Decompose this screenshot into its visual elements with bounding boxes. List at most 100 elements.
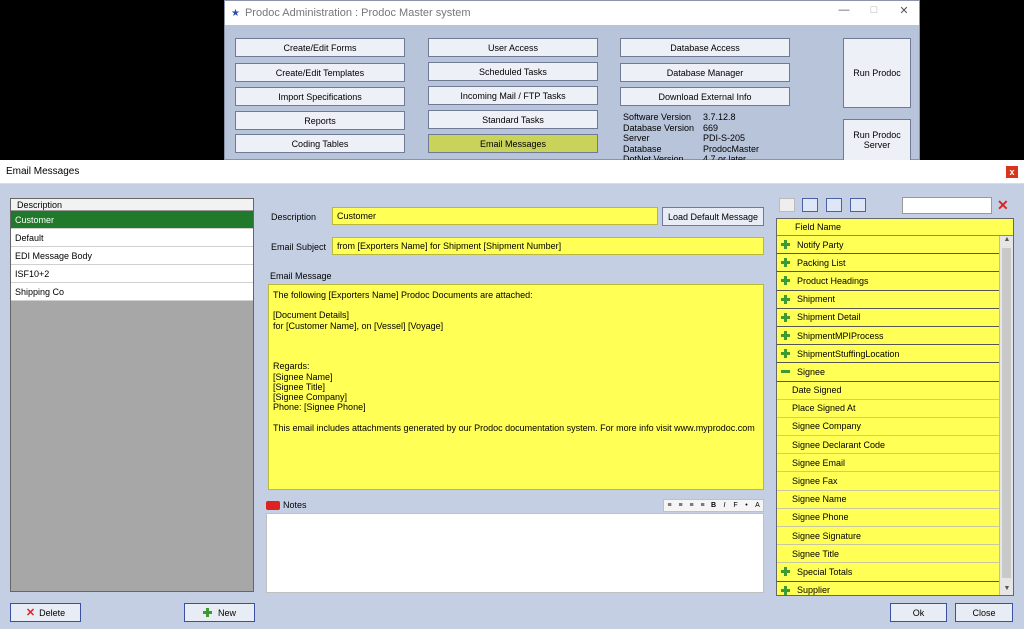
new-plus-icon — [202, 608, 212, 617]
create-edit-forms-button[interactable]: Create/Edit Forms — [235, 38, 405, 57]
align-center-icon[interactable]: ≡ — [675, 502, 686, 509]
tree-leaf[interactable]: Signee Signature — [777, 527, 999, 546]
tree-scrollbar[interactable]: ▲ ▼ — [999, 236, 1013, 595]
tree-leaf[interactable]: Signee Phone — [777, 508, 999, 527]
database-manager-button[interactable]: Database Manager — [620, 63, 790, 82]
list-header[interactable]: Description — [11, 199, 253, 211]
collapse-minus-icon[interactable] — [781, 370, 790, 374]
info-key: Server — [623, 133, 650, 143]
notes-editor[interactable] — [266, 513, 764, 593]
bullets-icon[interactable]: • — [741, 502, 752, 509]
app-icon: ★ — [231, 7, 240, 19]
tree-leaf[interactable]: Date Signed — [777, 381, 999, 400]
tree-group[interactable]: Shipment — [777, 290, 999, 309]
ok-button[interactable]: Ok — [890, 603, 947, 622]
description-input[interactable]: Customer — [332, 207, 658, 225]
expand-plus-icon[interactable] — [781, 567, 790, 577]
download-external-info-button[interactable]: Download External Info — [620, 87, 790, 106]
font-icon[interactable]: F — [730, 502, 741, 509]
field-search-input[interactable] — [902, 197, 992, 214]
tree-group-label: Shipment — [797, 294, 836, 305]
italic-icon[interactable]: I — [719, 502, 730, 509]
bold-icon[interactable]: B — [708, 502, 719, 509]
expand-plus-icon[interactable] — [781, 276, 790, 286]
email-message-label: Email Message — [270, 271, 332, 281]
database-access-button[interactable]: Database Access — [620, 38, 790, 57]
info-key: Database — [623, 143, 662, 154]
load-default-message-button[interactable]: Load Default Message — [662, 207, 764, 226]
close-window-icon[interactable]: ✕ — [889, 4, 919, 17]
standard-tasks-button[interactable]: Standard Tasks — [428, 110, 598, 129]
tree-expand-icon[interactable] — [802, 198, 818, 212]
scheduled-tasks-button[interactable]: Scheduled Tasks — [428, 62, 598, 81]
list-item[interactable]: EDI Message Body — [11, 247, 253, 265]
description-label: Description — [271, 212, 317, 222]
field-name-tree: Field Name Notify Party Packing List Pro… — [776, 218, 1014, 596]
delete-icon: ✕ — [25, 607, 36, 619]
scroll-up-icon[interactable]: ▲ — [1000, 236, 1013, 248]
tree-group[interactable]: Product Headings — [777, 272, 999, 291]
tree-leaf[interactable]: Place Signed At — [777, 399, 999, 418]
expand-plus-icon[interactable] — [781, 294, 790, 304]
tree-group[interactable]: ShipmentStuffingLocation — [777, 345, 999, 364]
list-item[interactable]: ISF10+2 — [11, 265, 253, 283]
incoming-mail-ftp-button[interactable]: Incoming Mail / FTP Tasks — [428, 86, 598, 105]
tree-group-label: Signee — [797, 366, 826, 377]
version-info: Software Version 3.7.12.8 Database Versio… — [623, 112, 759, 165]
expand-plus-icon[interactable] — [781, 312, 790, 322]
list-item[interactable]: Shipping Co — [11, 283, 253, 301]
scroll-thumb[interactable] — [1002, 248, 1011, 578]
coding-tables-button[interactable]: Coding Tables — [235, 134, 405, 153]
align-left-icon[interactable]: ≡ — [664, 502, 675, 509]
import-specifications-button[interactable]: Import Specifications — [235, 87, 405, 106]
delete-label: Delete — [39, 607, 66, 618]
run-prodoc-button[interactable]: Run Prodoc — [843, 38, 911, 108]
info-value: 669 — [703, 122, 719, 133]
tree-group[interactable]: Special Totals — [777, 563, 999, 582]
clear-search-icon[interactable]: ✕ — [997, 198, 1009, 212]
tree-group[interactable]: Packing List — [777, 254, 999, 273]
email-subject-input[interactable]: from [Exporters Name] for Shipment [Ship… — [332, 237, 764, 255]
tree-group[interactable]: Notify Party — [777, 236, 999, 255]
close-button[interactable]: Close — [955, 603, 1013, 622]
tree-group[interactable]: ShipmentMPIProcess — [777, 326, 999, 346]
tree-leaf[interactable]: Signee Fax — [777, 472, 999, 491]
reports-button[interactable]: Reports — [235, 111, 405, 130]
new-button[interactable]: New — [184, 603, 255, 622]
expand-plus-icon[interactable] — [781, 258, 790, 268]
tree-leaf[interactable]: Signee Title — [777, 545, 999, 564]
create-edit-templates-button[interactable]: Create/Edit Templates — [235, 63, 405, 82]
tree-add-icon[interactable] — [826, 198, 842, 212]
tree-leaf[interactable]: Signee Name — [777, 490, 999, 509]
tree-group-expanded[interactable]: Signee — [777, 363, 999, 382]
tree-collapse-icon[interactable] — [850, 198, 866, 212]
tree-leaf[interactable]: Signee Email — [777, 454, 999, 473]
justify-icon[interactable]: ≡ — [697, 502, 708, 509]
notes-icon — [266, 501, 280, 511]
expand-plus-icon[interactable] — [781, 240, 790, 250]
tree-leaf[interactable]: Signee Declarant Code — [777, 436, 999, 455]
user-access-button[interactable]: User Access — [428, 38, 598, 57]
tree-leaf[interactable]: Signee Company — [777, 417, 999, 437]
dialog-close-icon[interactable]: x — [1006, 166, 1018, 178]
expand-plus-icon[interactable] — [781, 349, 790, 359]
run-prodoc-server-button[interactable]: Run Prodoc Server — [843, 119, 911, 161]
delete-button[interactable]: ✕ Delete — [10, 603, 81, 622]
maximize-icon[interactable]: □ — [859, 4, 889, 16]
scroll-down-icon[interactable]: ▼ — [1000, 585, 1013, 595]
tree-group[interactable]: Supplier — [777, 581, 999, 595]
email-message-textarea[interactable]: The following [Exporters Name] Prodoc Do… — [268, 284, 764, 490]
find-icon[interactable]: A — [752, 502, 763, 509]
dialog-titlebar: Email Messages x — [0, 160, 1024, 184]
list-item[interactable]: Customer — [11, 211, 253, 229]
expand-plus-icon[interactable] — [781, 331, 790, 341]
expand-plus-icon[interactable] — [781, 585, 790, 595]
align-right-icon[interactable]: ≡ — [686, 502, 697, 509]
tree-tool-icon[interactable] — [779, 198, 795, 212]
tree-group-label: ShipmentStuffingLocation — [797, 348, 900, 359]
tree-group[interactable]: Shipment Detail — [777, 308, 999, 327]
minimize-icon[interactable]: — — [829, 4, 859, 16]
list-item[interactable]: Default — [11, 229, 253, 247]
email-messages-dialog: Email Messages x Description Customer De… — [0, 160, 1024, 629]
email-messages-button[interactable]: Email Messages — [428, 134, 598, 153]
